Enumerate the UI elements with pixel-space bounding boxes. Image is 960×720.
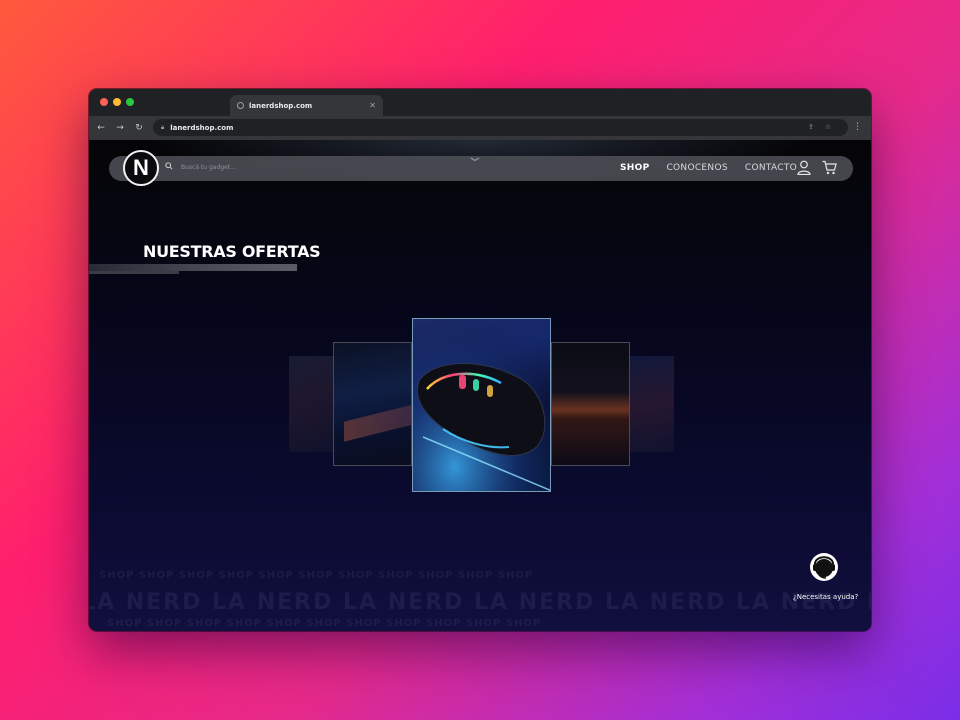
share-icon[interactable]: ⇪ (808, 123, 814, 131)
page-content: ⌄ N SHOP CONOCENOS CONTACTO NUESTRAS OFE… (89, 140, 871, 631)
gaming-mouse-image (413, 319, 550, 491)
maximize-window-button[interactable] (126, 98, 134, 106)
address-bar[interactable]: 🔒︎ lanerdshop.com ⇪ ☆ (153, 119, 848, 136)
search-input[interactable] (181, 161, 341, 173)
bookmark-star-icon[interactable]: ☆ (825, 123, 831, 131)
favicon-icon (237, 102, 244, 109)
cart-icon[interactable] (822, 160, 837, 175)
close-window-button[interactable] (100, 98, 108, 106)
brand-watermark: SHOP SHOP SHOP SHOP SHOP SHOP SHOP SHOP … (89, 570, 871, 631)
nav-conocenos[interactable]: CONOCENOS (666, 163, 727, 173)
main-nav: SHOP CONOCENOS CONTACTO (620, 163, 797, 173)
logo-letter: N (133, 155, 149, 180)
browser-window: lanerdshop.com ✕ ← → ↻ 🔒︎ lanerdshop.com… (89, 89, 871, 631)
tab-title: lanerdshop.com (249, 101, 313, 110)
site-logo[interactable]: N (123, 150, 159, 186)
forward-arrow-icon[interactable]: → (113, 123, 127, 133)
tab-bar: lanerdshop.com ✕ (89, 89, 871, 116)
help-widget[interactable]: ¿Necesitas ayuda? (789, 552, 869, 614)
tab-close-icon[interactable]: ✕ (369, 101, 376, 110)
browser-tab[interactable]: lanerdshop.com ✕ (230, 95, 383, 116)
minimize-window-button[interactable] (113, 98, 121, 106)
nav-contacto[interactable]: CONTACTO (745, 163, 797, 173)
watermark-row-bottom: SHOP SHOP SHOP SHOP SHOP SHOP SHOP SHOP … (107, 618, 542, 629)
search-icon[interactable] (165, 162, 173, 170)
carousel-slide-right[interactable] (551, 342, 630, 466)
lock-icon: 🔒︎ (161, 123, 165, 131)
chevron-down-icon[interactable]: ⌄ (465, 149, 484, 165)
window-controls (100, 98, 134, 106)
carousel-slide-left[interactable] (333, 342, 412, 466)
back-arrow-icon[interactable]: ← (94, 123, 108, 133)
browser-menu-icon[interactable]: ⋮ (853, 123, 862, 132)
carousel-slide-far-left[interactable] (289, 356, 333, 452)
help-label: ¿Necesitas ayuda? (793, 593, 859, 601)
watermark-row-middle: LA NERD LA NERD LA NERD LA NERD LA NERD … (89, 590, 871, 615)
carousel-slide-center[interactable] (412, 318, 551, 492)
url-text: lanerdshop.com (170, 123, 234, 132)
carousel-slide-far-right[interactable] (630, 356, 674, 452)
title-underline (89, 264, 297, 274)
nav-shop[interactable]: SHOP (620, 163, 649, 173)
user-icon[interactable] (797, 160, 811, 175)
support-agent-icon (810, 553, 838, 581)
browser-toolbar: ← → ↻ 🔒︎ lanerdshop.com ⇪ ☆ ⋮ (89, 116, 871, 140)
section-title: NUESTRAS OFERTAS (143, 242, 321, 261)
reload-icon[interactable]: ↻ (132, 123, 146, 133)
watermark-row-top: SHOP SHOP SHOP SHOP SHOP SHOP SHOP SHOP … (99, 570, 534, 581)
